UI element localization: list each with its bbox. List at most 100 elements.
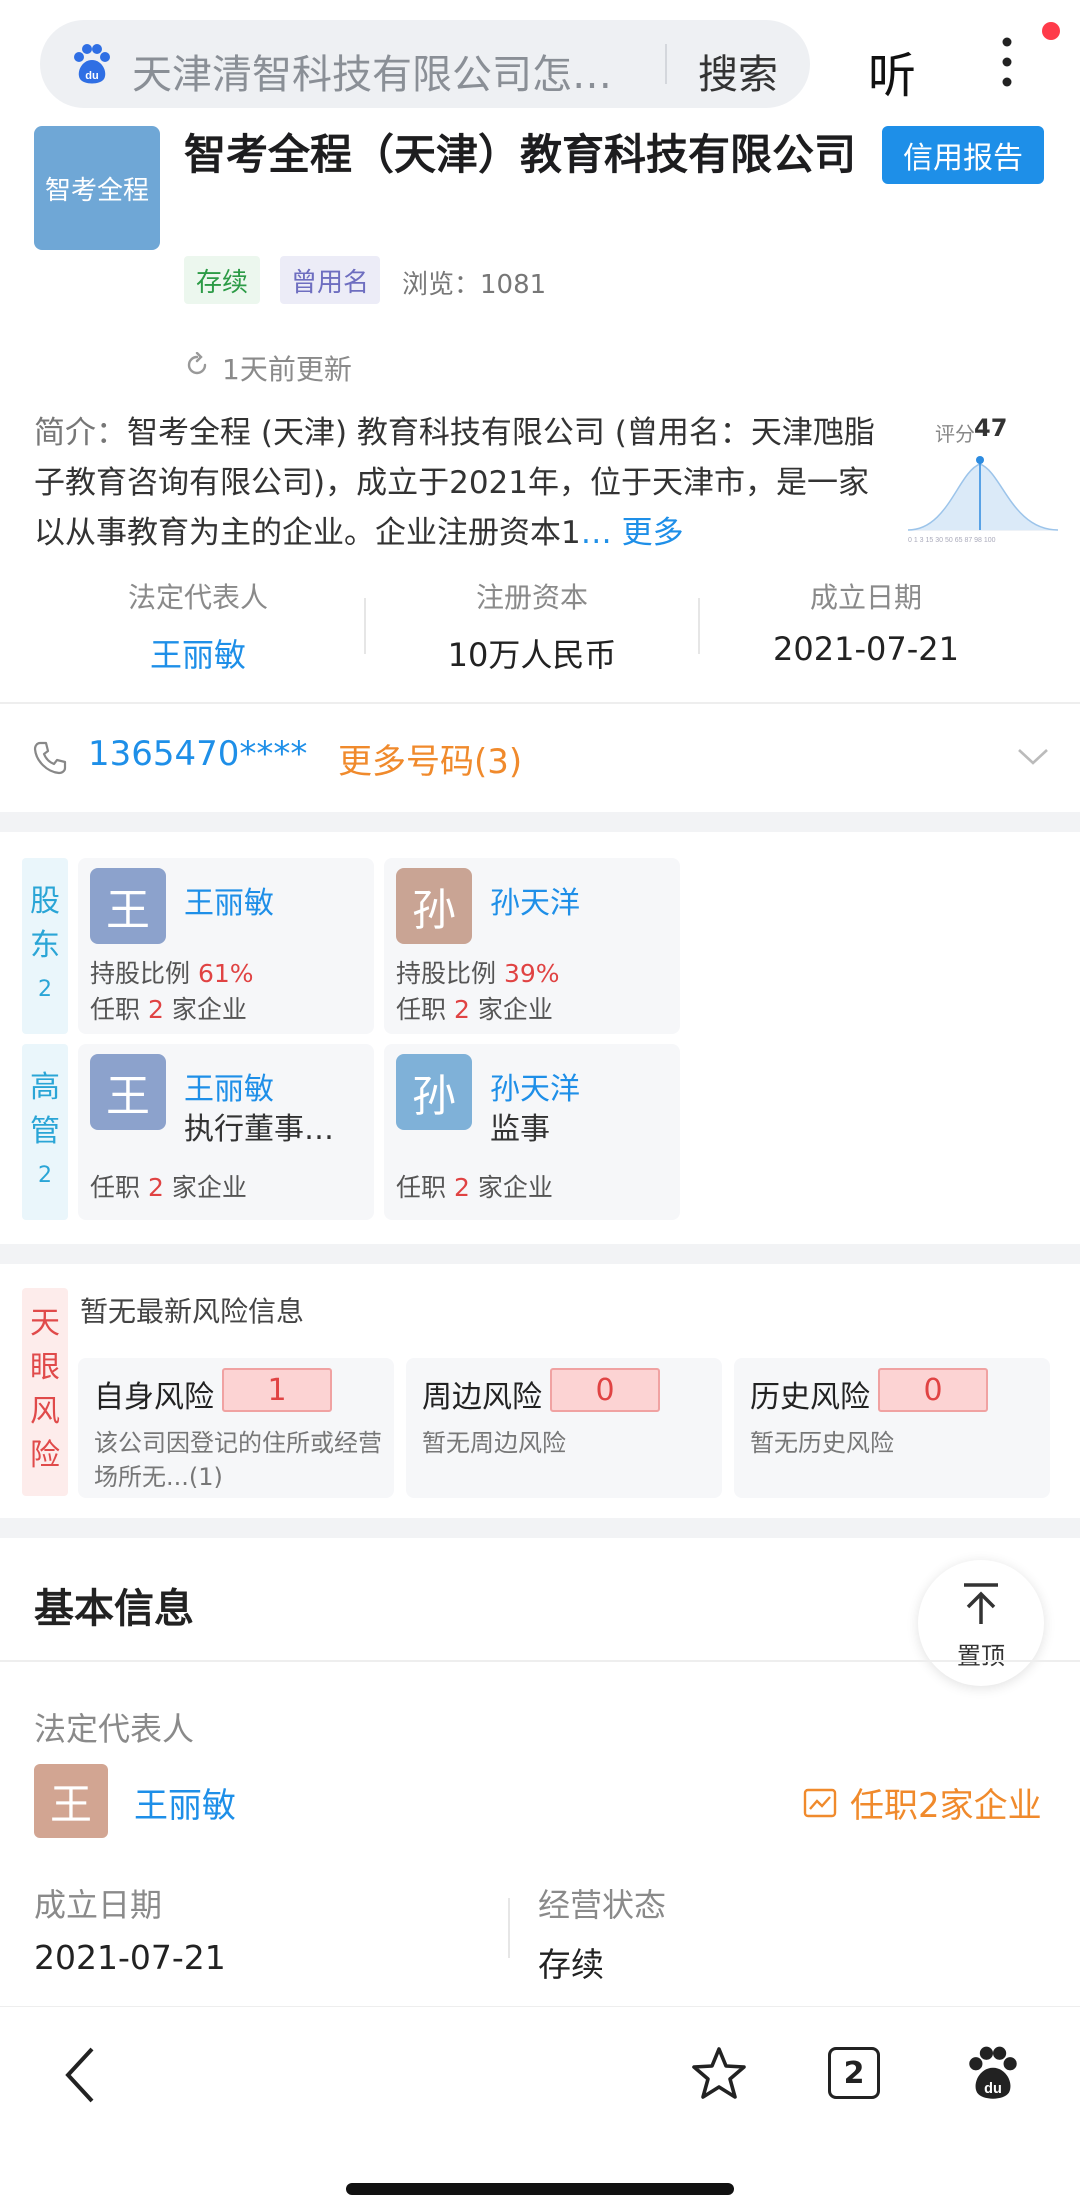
self-risk-card[interactable]: 自身风险 1 该公司因登记的住所或经营场所无...(1): [78, 1358, 394, 1498]
updated-time: 1天前更新: [222, 353, 352, 386]
company-name: 智考全程（天津）教育科技有限公司: [184, 130, 857, 179]
share-ratio-label: 持股比例: [396, 959, 497, 988]
phone-number[interactable]: 1365470****: [88, 734, 307, 774]
baidu-home-icon[interactable]: du: [964, 2043, 1022, 2103]
svg-text:du: du: [984, 2081, 1002, 2097]
svg-text:0 1 3 15 30 50 65 87 98 100: 0 1 3 15 30 50 65 87 98 100: [908, 537, 996, 544]
shareholder-name[interactable]: 孙天洋: [490, 878, 580, 922]
risk-tab[interactable]: 天 眼 风 险: [22, 1288, 68, 1496]
divider: [364, 598, 366, 654]
tab-char: 高: [30, 1070, 60, 1105]
founded-date-cell: 成立日期 2021-07-21: [706, 576, 1026, 668]
risk-count-badge: 0: [550, 1368, 660, 1412]
legal-rep-label: 法定代表人: [34, 1710, 195, 1748]
job-count-suffix: 家企业: [477, 1173, 553, 1202]
search-box[interactable]: du 天津清智科技有限公司怎… 搜索: [40, 20, 810, 108]
shareholder-card[interactable]: 王 王丽敏 持股比例 61% 任职 2 家企业: [78, 858, 374, 1034]
more-phones-link[interactable]: 更多号码(3): [338, 734, 522, 783]
score-label: 评分: [935, 422, 975, 446]
founded-label: 成立日期: [34, 1886, 163, 1924]
avatar: 王: [34, 1764, 108, 1838]
management-tab[interactable]: 高 管 2: [22, 1044, 68, 1220]
search-button[interactable]: 搜索: [698, 42, 778, 100]
founded-value: 2021-07-21: [34, 1938, 226, 1977]
shareholders-tab[interactable]: 股 东 2: [22, 858, 68, 1034]
risk-count-badge: 0: [878, 1368, 988, 1412]
registered-capital-cell: 注册资本 10万人民币: [372, 576, 692, 676]
listen-button[interactable]: 听: [868, 36, 916, 106]
avatar: 孙: [396, 1054, 472, 1130]
chart-trend-icon: [803, 1788, 837, 1817]
phone-row[interactable]: 1365470**** 更多号码(3): [0, 706, 1080, 810]
back-to-top-label: 置顶: [957, 1642, 1005, 1670]
job-count-value: 2: [147, 995, 164, 1024]
tab-char: 天: [30, 1306, 60, 1341]
risk-description: 该公司因登记的住所或经营场所无...(1): [94, 1429, 382, 1491]
intro-label: 简介：: [34, 415, 127, 451]
key-info-row: 法定代表人 王丽敏 注册资本 10万人民币 成立日期 2021-07-21: [0, 576, 1080, 686]
tabs-button[interactable]: 2: [828, 2047, 880, 2099]
legal-rep-name[interactable]: 王丽敏: [134, 1778, 236, 1827]
divider: [0, 702, 1080, 704]
manager-name[interactable]: 王丽敏: [184, 1064, 274, 1108]
risk-title: 历史风险: [750, 1380, 870, 1415]
tab-char: 险: [30, 1438, 60, 1473]
manager-name[interactable]: 孙天洋: [490, 1064, 580, 1108]
risk-title: 周边风险: [422, 1380, 542, 1415]
refresh-icon[interactable]: [184, 352, 210, 378]
risk-note: 暂无最新风险信息: [80, 1295, 305, 1328]
tab-char: 管: [30, 1114, 60, 1149]
job-count-suffix: 家企业: [477, 995, 553, 1024]
star-icon[interactable]: [690, 2045, 748, 2103]
baidu-paw-icon: du: [74, 44, 110, 84]
job-count-prefix: 任职: [90, 995, 141, 1024]
home-indicator[interactable]: [346, 2183, 734, 2195]
legal-rep-link[interactable]: 王丽敏: [38, 630, 358, 676]
tab-char: 风: [30, 1394, 60, 1429]
management-count: 2: [38, 1163, 52, 1188]
risk-description: 暂无周边风险: [422, 1429, 566, 1457]
job-count-suffix: 家企业: [171, 1173, 247, 1202]
surrounding-risk-card[interactable]: 周边风险 0 暂无周边风险: [406, 1358, 722, 1498]
legal-rep-label: 法定代表人: [127, 581, 268, 614]
view-count: 浏览：1081: [402, 270, 547, 300]
job-count-suffix: 家企业: [171, 995, 247, 1024]
manager-card[interactable]: 王 王丽敏 执行董事… 任职 2 家企业: [78, 1044, 374, 1220]
share-ratio: 持股比例 61%: [90, 954, 254, 990]
phone-icon: [33, 741, 67, 775]
former-name-badge[interactable]: 曾用名: [280, 256, 380, 304]
job-count-prefix: 任职: [396, 995, 447, 1024]
intro-more-link[interactable]: … 更多: [581, 515, 684, 551]
score-distribution-chart[interactable]: 0 1 3 15 30 50 65 87 98 100: [908, 452, 1058, 544]
divider: [508, 1898, 510, 1958]
notification-dot: [1042, 22, 1060, 40]
avatar: 孙: [396, 868, 472, 944]
avatar: 王: [90, 868, 166, 944]
historical-risk-card[interactable]: 历史风险 0 暂无历史风险: [734, 1358, 1050, 1498]
job-count-prefix: 任职: [396, 1173, 447, 1202]
credit-report-button[interactable]: 信用报告: [882, 126, 1044, 184]
tab-char: 股: [30, 884, 60, 919]
shareholder-card[interactable]: 孙 孙天洋 持股比例 39% 任职 2 家企业: [384, 858, 680, 1034]
status-value: 存续: [538, 1945, 604, 1984]
search-input[interactable]: 天津清智科技有限公司怎…: [132, 42, 632, 100]
job-count-value: 2: [453, 1173, 470, 1202]
more-options-icon[interactable]: [992, 34, 1022, 90]
job-count-value: 2: [453, 995, 470, 1024]
score-value: 47: [974, 414, 1008, 442]
arrow-up-icon: [964, 1583, 998, 1624]
legal-rep-jobs-link[interactable]: 任职2家企业: [802, 1778, 1042, 1827]
shareholder-name[interactable]: 王丽敏: [184, 878, 274, 922]
registered-capital-label: 注册资本: [475, 581, 588, 614]
share-ratio-label: 持股比例: [90, 959, 191, 988]
status-badge: 存续: [184, 256, 260, 304]
back-to-top-button[interactable]: 置顶: [918, 1560, 1044, 1686]
avatar: 王: [90, 1054, 166, 1130]
bottom-navigation: 2 du: [0, 2006, 1080, 2208]
chevron-down-icon[interactable]: [1016, 746, 1050, 768]
back-icon[interactable]: [60, 2045, 100, 2105]
risk-count-badge: 1: [222, 1368, 332, 1412]
manager-role: 监事: [490, 1112, 550, 1147]
job-count: 任职 2 家企业: [396, 1168, 553, 1204]
manager-card[interactable]: 孙 孙天洋 监事 任职 2 家企业: [384, 1044, 680, 1220]
